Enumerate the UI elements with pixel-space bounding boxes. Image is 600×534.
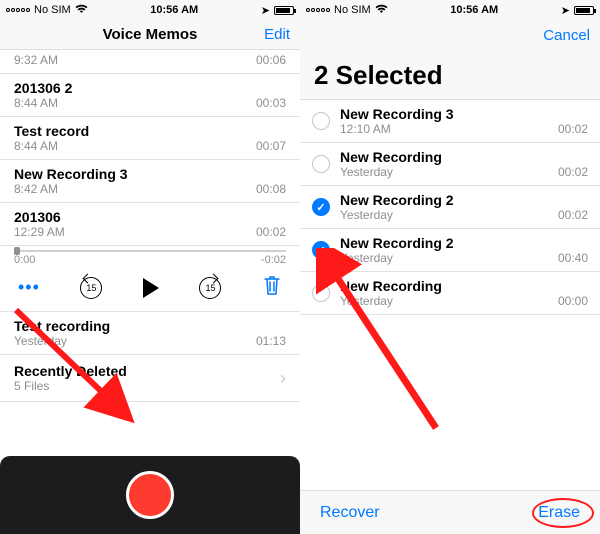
memo-time: 8:44 AM [14,139,58,153]
recently-deleted-title: Recently Deleted [14,363,127,379]
selectable-row[interactable]: New Recording 2 Yesterday 00:40 [300,229,600,272]
trash-icon[interactable] [262,274,282,301]
row-sub: Yesterday [340,251,393,265]
row-sub: Yesterday [340,208,393,222]
memo-row[interactable]: 201306 12:29 AM 00:02 [0,203,300,246]
record-bar [0,456,300,534]
memo-time: 8:42 AM [14,182,58,196]
memo-time: 9:32 AM [14,53,58,67]
recently-deleted-edit-pane: No SIM 10:56 AM ➤ Cancel 2 Selected New … [300,0,600,534]
row-sub: 12:10 AM [340,122,391,136]
select-circle-checked-icon[interactable] [312,198,330,216]
row-sub: Yesterday [340,294,393,308]
scrub-thumb[interactable] [14,247,20,255]
memo-duration: 00:07 [256,139,286,153]
selectable-row[interactable]: New Recording Yesterday 00:00 [300,272,600,315]
cellular-signal-icon [306,8,330,12]
recover-button[interactable]: Recover [320,504,380,522]
location-icon: ➤ [561,4,570,17]
memo-time: 12:29 AM [14,225,65,239]
row-dur: 00:40 [558,251,588,265]
memo-duration: 00:08 [256,182,286,196]
row-title: New Recording 3 [340,106,588,122]
memo-row[interactable]: New Recording 3 8:42 AM 00:08 [0,160,300,203]
wifi-icon [375,4,388,17]
cancel-button[interactable]: Cancel [543,27,590,44]
more-actions-icon[interactable]: ••• [18,277,40,298]
erase-button[interactable]: Erase [538,504,580,522]
skip-forward-icon[interactable]: 15 [199,277,221,299]
scrub-start: 0:00 [14,254,35,266]
battery-icon [574,6,594,15]
memo-row[interactable]: Test recording Yesterday 01:13 [0,312,300,355]
memo-time: Yesterday [14,334,67,348]
status-bar: No SIM 10:56 AM ➤ [300,0,600,20]
nav-bar: Cancel [300,20,600,50]
playback-scrubber[interactable]: 0:00 -0:02 [0,246,300,266]
memo-row[interactable]: Test record 8:44 AM 00:07 [0,117,300,160]
record-button[interactable] [126,471,174,519]
memo-time: 8:44 AM [14,96,58,110]
voice-memos-pane: No SIM 10:56 AM ➤ Voice Memos Edit 9:32 … [0,0,300,534]
row-dur: 00:02 [558,208,588,222]
cellular-signal-icon [6,8,30,12]
memo-duration: 01:13 [256,334,286,348]
playback-controls: ••• 15 15 [0,266,300,312]
wifi-icon [75,4,88,17]
row-sub: Yesterday [340,165,393,179]
nav-bar: Voice Memos Edit [0,20,300,50]
row-dur: 00:02 [558,165,588,179]
page-title: Voice Memos [103,26,198,43]
row-title: New Recording [340,278,588,294]
memo-duration: 00:03 [256,96,286,110]
memo-title: 201306 2 [14,80,286,96]
row-title: New Recording 2 [340,192,588,208]
select-circle-icon[interactable] [312,284,330,302]
memo-duration: 00:02 [256,225,286,239]
row-dur: 00:00 [558,294,588,308]
scrub-end: -0:02 [261,254,286,266]
skip-back-icon[interactable]: 15 [80,277,102,299]
memo-title: New Recording 3 [14,166,286,182]
row-title: New Recording 2 [340,235,588,251]
edit-button[interactable]: Edit [264,26,290,43]
status-time: 10:56 AM [450,4,498,16]
status-bar: No SIM 10:56 AM ➤ [0,0,300,20]
carrier-label: No SIM [34,4,71,16]
select-circle-checked-icon[interactable] [312,241,330,259]
memo-title: Test recording [14,318,286,334]
selectable-row[interactable]: New Recording Yesterday 00:02 [300,143,600,186]
selectable-row[interactable]: New Recording 2 Yesterday 00:02 [300,186,600,229]
scrub-track[interactable] [14,250,286,252]
selectable-row[interactable]: New Recording 3 12:10 AM 00:02 [300,100,600,143]
recently-deleted-row[interactable]: Recently Deleted 5 Files › [0,355,300,402]
selection-heading: 2 Selected [300,50,600,100]
bottom-toolbar: Recover Erase [300,490,600,534]
select-circle-icon[interactable] [312,155,330,173]
memo-row-partial[interactable]: 9:32 AM 00:06 [0,50,300,74]
row-dur: 00:02 [558,122,588,136]
status-time: 10:56 AM [150,4,198,16]
location-icon: ➤ [261,4,270,17]
recently-deleted-sub: 5 Files [14,379,127,393]
memo-duration: 00:06 [256,53,286,67]
memo-title: 201306 [14,209,286,225]
select-circle-icon[interactable] [312,112,330,130]
chevron-right-icon: › [280,368,286,389]
carrier-label: No SIM [334,4,371,16]
memo-title: Test record [14,123,286,139]
memo-row[interactable]: 201306 2 8:44 AM 00:03 [0,74,300,117]
play-icon[interactable] [143,278,159,298]
battery-icon [274,6,294,15]
row-title: New Recording [340,149,588,165]
